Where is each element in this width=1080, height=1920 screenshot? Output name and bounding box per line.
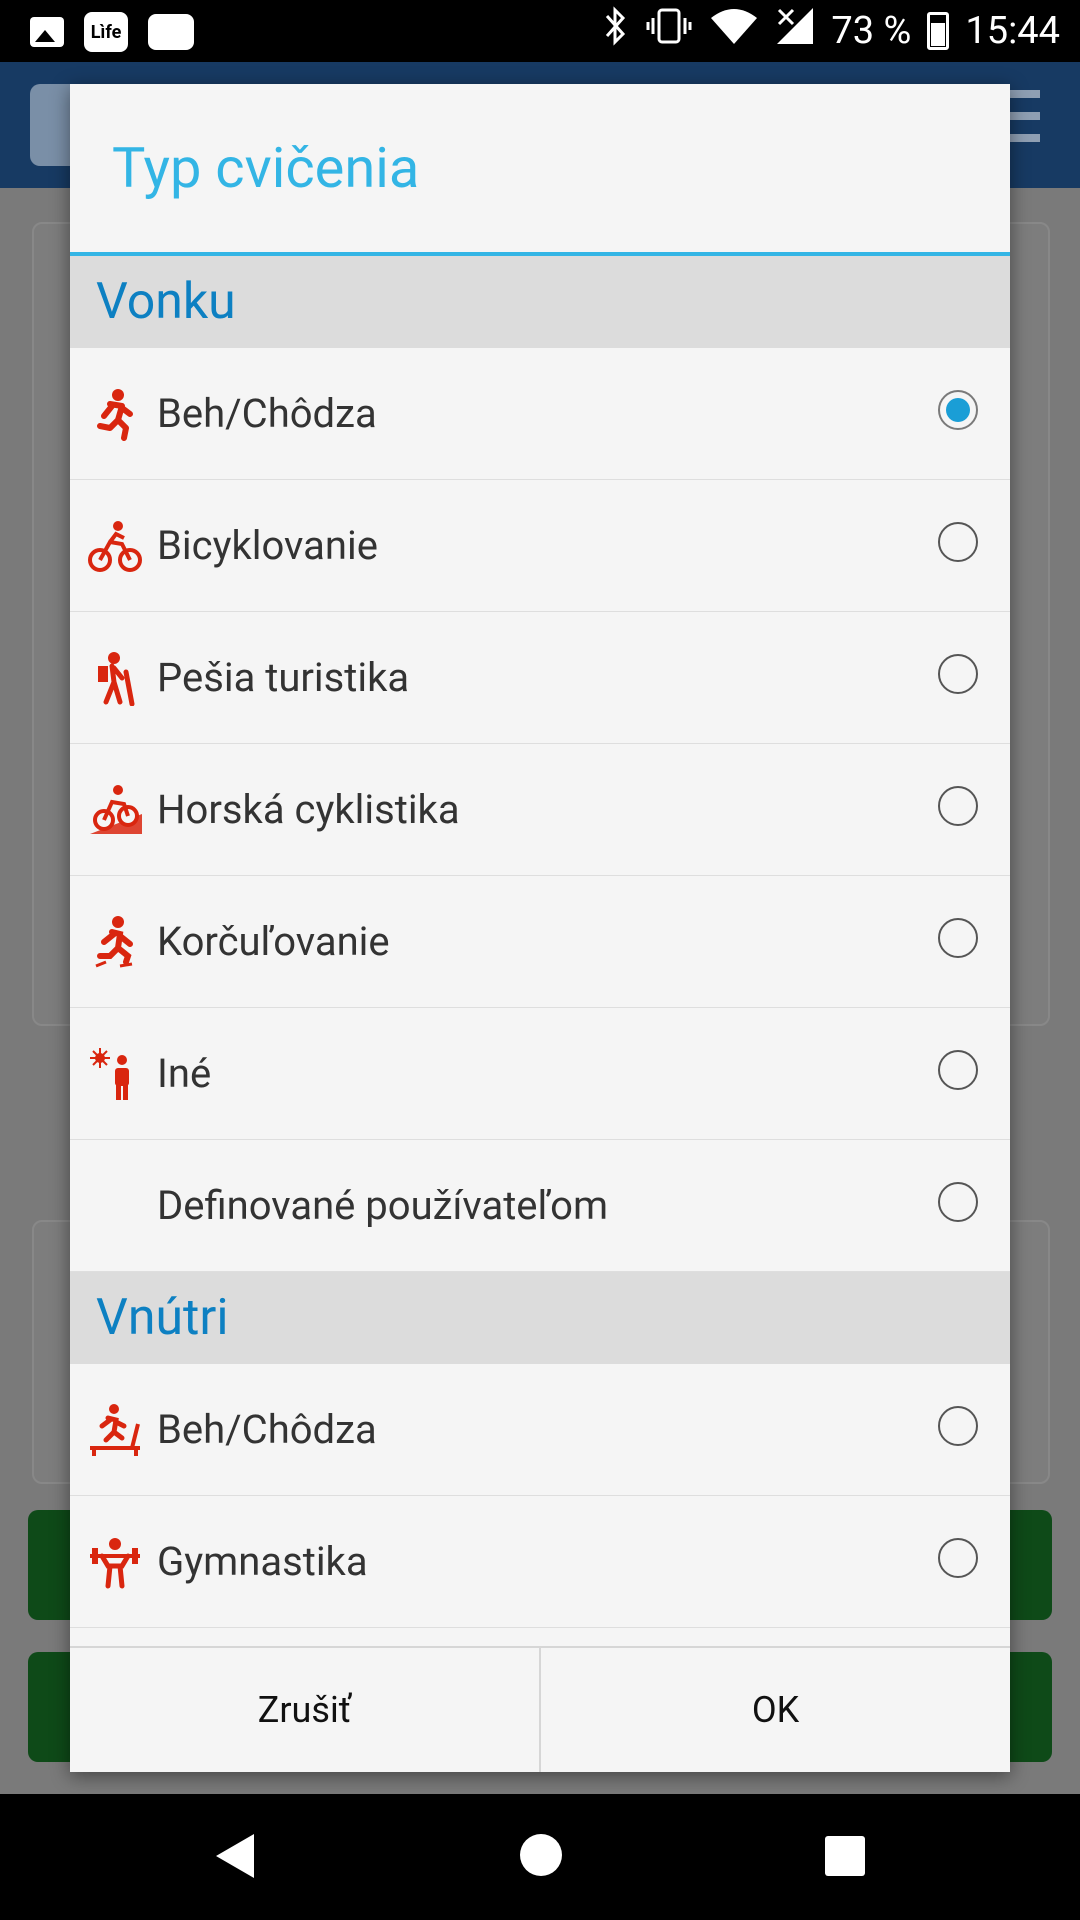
home-icon[interactable] <box>520 1834 562 1876</box>
list-item-label: Horská cyklistika <box>157 786 460 833</box>
bluetooth-icon <box>603 6 629 55</box>
battery-icon <box>927 11 950 50</box>
list-item[interactable]: Definované používateľom <box>70 1140 1010 1272</box>
back-icon[interactable] <box>216 1834 254 1878</box>
list-item[interactable]: Gymnastika <box>70 1496 1010 1628</box>
dialog-title: Typ cvičenia <box>70 84 1010 256</box>
radio-button[interactable] <box>938 786 978 826</box>
battery-text: 73 % <box>831 8 912 53</box>
hiking-icon <box>88 652 142 707</box>
clock: 15:44 <box>965 8 1060 53</box>
exercise-type-dialog: Typ cvičenia Vonku Beh/Chôdza Bicyklovan… <box>70 84 1010 1772</box>
radio-button[interactable] <box>938 654 978 694</box>
list-item[interactable]: Beh/Chôdza <box>70 1364 1010 1496</box>
dialog-button-bar: Zrušiť OK <box>70 1646 1010 1772</box>
weightlifting-icon <box>88 1536 142 1590</box>
skating-icon <box>88 916 142 970</box>
list-item-label: Beh/Chôdza <box>157 1406 377 1453</box>
image-icon <box>30 17 64 47</box>
running-icon <box>88 388 142 442</box>
list-item[interactable]: Beh/Chôdza <box>70 348 1010 480</box>
section-header-indoor: Vnútri <box>70 1272 1010 1364</box>
recents-icon[interactable] <box>825 1836 865 1876</box>
list-item[interactable]: Horská cyklistika <box>70 744 1010 876</box>
list-item-label: Pešia turistika <box>157 654 410 701</box>
wifi-icon <box>709 6 759 55</box>
list-item-label: Definované používateľom <box>157 1182 609 1229</box>
navigation-bar <box>0 1794 1080 1920</box>
radio-button[interactable] <box>938 1406 978 1446</box>
ok-button[interactable]: OK <box>539 1648 1010 1772</box>
radio-button[interactable] <box>938 918 978 958</box>
card-icon <box>148 14 194 50</box>
vibrate-icon <box>645 6 693 55</box>
mountain-bike-icon <box>88 784 142 838</box>
status-bar: Lìfe 73 % 15:44 <box>0 0 1080 62</box>
radio-button[interactable] <box>938 1182 978 1222</box>
treadmill-icon <box>88 1404 142 1458</box>
radio-button[interactable] <box>938 522 978 562</box>
radio-button[interactable] <box>938 1538 978 1578</box>
list-item[interactable]: Bicyklovanie <box>70 480 1010 612</box>
list-item-label: Bicyklovanie <box>157 522 378 569</box>
list-item[interactable]: Pešia turistika <box>70 612 1010 744</box>
cancel-button[interactable]: Zrušiť <box>70 1648 539 1772</box>
list-item-label: Iné <box>157 1050 212 1097</box>
section-header-outdoor: Vonku <box>70 256 1010 348</box>
list-item-label: Gymnastika <box>157 1538 368 1585</box>
cycling-icon <box>88 520 142 574</box>
no-signal-icon <box>775 6 815 55</box>
list-item-label: Beh/Chôdza <box>157 390 377 437</box>
radio-button[interactable] <box>938 1050 978 1090</box>
outdoor-other-icon <box>88 1048 142 1102</box>
radio-button[interactable] <box>938 390 978 430</box>
list-item[interactable]: Korčuľovanie <box>70 876 1010 1008</box>
life-app-icon: Lìfe <box>84 12 128 52</box>
list-item[interactable]: Iné <box>70 1008 1010 1140</box>
list-item-label: Korčuľovanie <box>157 918 390 965</box>
exercise-list[interactable]: Vonku Beh/Chôdza Bicyklovanie Pešia turi… <box>70 256 1010 1644</box>
